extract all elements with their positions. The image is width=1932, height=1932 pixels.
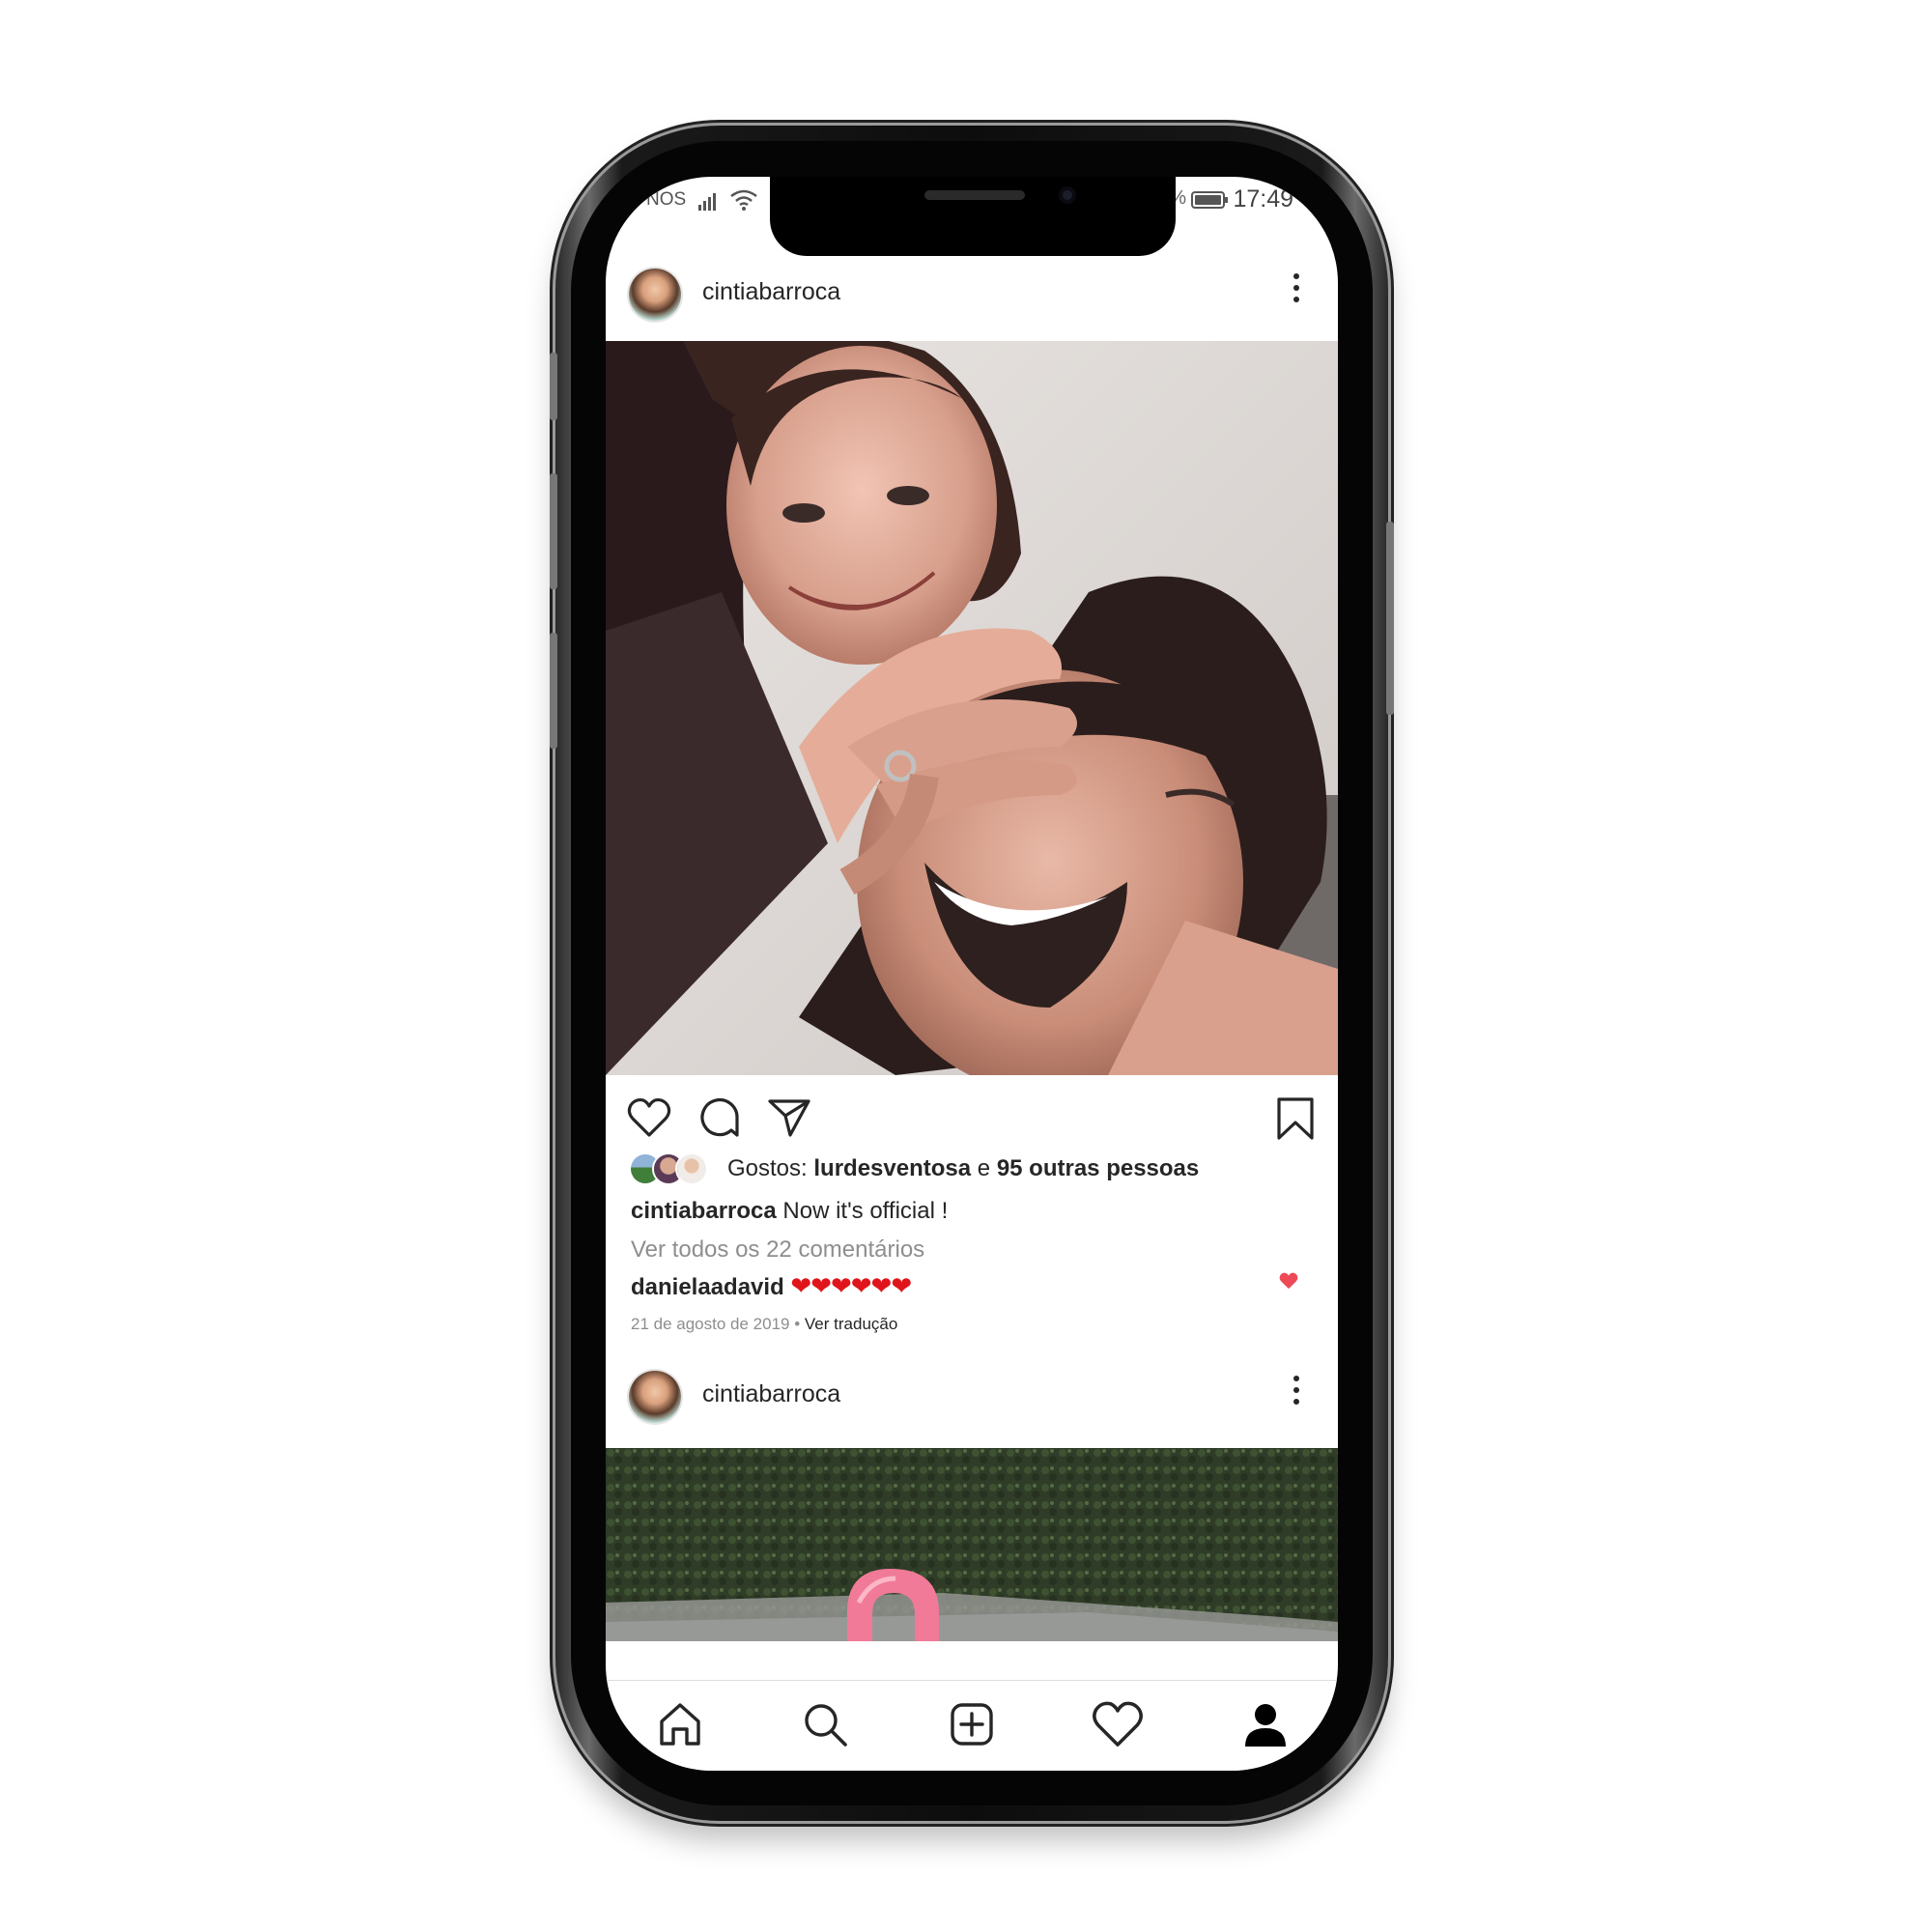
likes-prefix: Gostos: <box>727 1155 808 1181</box>
post-actions <box>606 1085 1338 1152</box>
see-translation-link[interactable]: Ver tradução <box>805 1315 897 1333</box>
liker-avatar <box>677 1154 706 1183</box>
post-date-line: 21 de agosto de 2019 • Ver tradução <box>631 1315 897 1334</box>
post-caption: cintiabarroca Now it's official ! <box>631 1198 948 1225</box>
caption-text: Now it's official ! <box>782 1198 949 1224</box>
comment-icon[interactable] <box>698 1096 741 1139</box>
post-header: cintiabarroca <box>606 1351 1338 1448</box>
post-username[interactable]: cintiabarroca <box>702 278 840 306</box>
front-camera <box>1059 186 1076 204</box>
view-all-comments-link[interactable]: Ver todos os 22 comentários <box>631 1236 924 1264</box>
post-header: cintiabarroca <box>606 249 1338 346</box>
plus-square-icon[interactable] <box>946 1698 998 1750</box>
post-photo[interactable] <box>606 341 1338 1075</box>
status-time: 17:49 <box>1233 185 1293 213</box>
post-photo[interactable] <box>606 1448 1338 1641</box>
post-photo-image <box>606 341 1338 1075</box>
comment-username[interactable]: danielaadavid <box>631 1274 784 1300</box>
likes-text: Gostos: lurdesventosa e 95 outras pessoa… <box>727 1155 1199 1182</box>
avatar[interactable] <box>629 1371 681 1423</box>
avatar[interactable] <box>629 269 681 321</box>
bookmark-icon[interactable] <box>1275 1096 1316 1141</box>
phone-volume-up <box>550 473 557 589</box>
caption-username[interactable]: cintiabarroca <box>631 1198 777 1224</box>
phone-silent-switch <box>550 353 557 420</box>
post-username[interactable]: cintiabarroca <box>702 1380 840 1408</box>
carrier-label: NOS <box>646 189 687 210</box>
battery-icon <box>1191 191 1228 209</box>
likes-others[interactable]: 95 outras pessoas <box>997 1155 1199 1181</box>
signal-icon <box>698 193 716 211</box>
post-date: 21 de agosto de 2019 <box>631 1315 790 1333</box>
phone-volume-down <box>550 633 557 749</box>
heart-icon[interactable] <box>1092 1698 1144 1750</box>
screen-notch <box>770 177 1176 256</box>
date-separator: • <box>794 1315 801 1333</box>
search-icon[interactable] <box>799 1698 851 1750</box>
home-icon[interactable] <box>654 1698 706 1750</box>
more-vertical-icon[interactable] <box>1293 273 1301 308</box>
heart-icon[interactable] <box>1278 1271 1299 1291</box>
earpiece-speaker <box>924 190 1025 200</box>
wifi-icon <box>730 189 757 211</box>
comment-text: ❤❤❤❤❤❤ <box>790 1271 912 1300</box>
more-vertical-icon[interactable] <box>1293 1376 1301 1410</box>
phone-power-button <box>1386 522 1394 715</box>
bottom-tab-bar <box>606 1680 1338 1771</box>
likes-connector: e <box>977 1155 991 1181</box>
post-photo-image <box>606 1448 1338 1641</box>
phone-screen: NOS % 17:49 cintiabarroca Gostos: lurdes… <box>606 177 1338 1771</box>
paper-plane-icon[interactable] <box>767 1096 811 1139</box>
heart-icon[interactable] <box>627 1096 671 1139</box>
top-comment: danielaadavid ❤❤❤❤❤❤ <box>631 1271 1307 1301</box>
likes-summary[interactable]: Gostos: lurdesventosa e 95 outras pessoa… <box>631 1152 1307 1185</box>
status-bar: NOS % 17:49 <box>606 177 1338 256</box>
liker-username[interactable]: lurdesventosa <box>813 1155 971 1181</box>
profile-icon[interactable] <box>1239 1698 1292 1750</box>
